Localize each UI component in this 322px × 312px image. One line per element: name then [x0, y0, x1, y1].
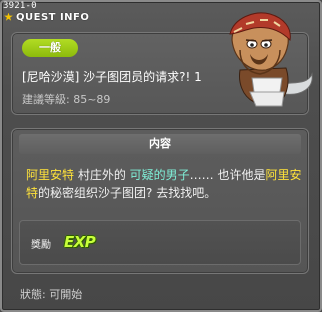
description-segment: 的秘密组织沙子图团? 去找找吧。 — [38, 186, 217, 200]
description-segment: …… 也许他是 — [189, 168, 266, 182]
quest-status: 狀態: 可開始 — [20, 288, 83, 301]
recommended-level: 建議等級: 85~89 — [22, 93, 111, 106]
description-segment: 阿里安特 — [26, 168, 75, 182]
description-segment: 可疑的男子 — [129, 168, 190, 182]
window-title: QUEST INFO — [16, 11, 90, 23]
npc-portrait — [229, 12, 313, 107]
category-badge: 一般 — [22, 39, 78, 57]
content-section-title: 内容 — [19, 134, 301, 154]
quest-description: 阿里安特 村庄外的 可疑的男子…… 也许他是阿里安特的秘密组织沙子图团? 去找找… — [26, 166, 304, 202]
star-icon — [4, 12, 13, 21]
exp-icon: EXP — [64, 233, 96, 251]
reward-box — [19, 220, 301, 265]
quest-name: [尼哈沙漠] 沙子图团员的请求?! 1 — [22, 70, 202, 84]
reward-label: 獎勵 — [31, 240, 51, 251]
title-bar[interactable]: QUEST INFO — [4, 10, 89, 24]
description-segment: 村庄外的 — [74, 168, 130, 182]
